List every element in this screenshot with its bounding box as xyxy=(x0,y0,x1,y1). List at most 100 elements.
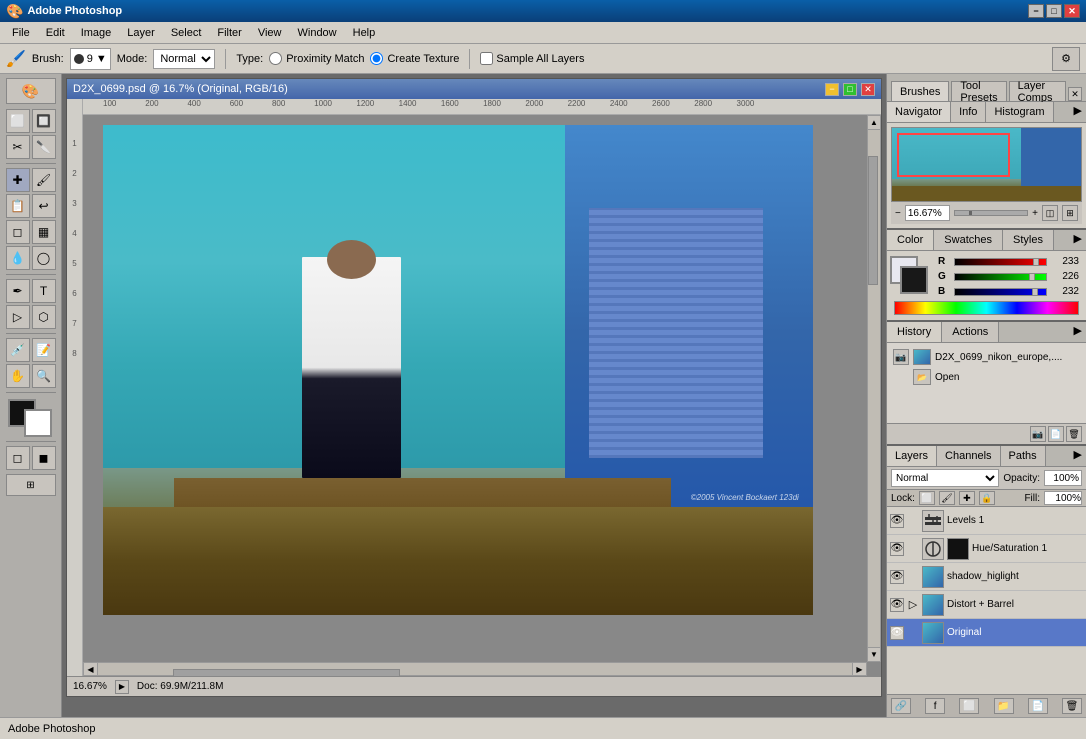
menu-layer[interactable]: Layer xyxy=(119,25,163,41)
close-top-right-btn[interactable]: ✕ xyxy=(1068,87,1082,101)
marquee-tool[interactable]: ⬜ xyxy=(6,109,30,133)
background-swatch[interactable] xyxy=(900,266,928,294)
crop-tool[interactable]: ✂ xyxy=(6,135,30,159)
layer-item-shadow[interactable]: 👁 shadow_higlight xyxy=(887,563,1086,591)
menu-image[interactable]: Image xyxy=(73,25,120,41)
tab-histogram[interactable]: Histogram xyxy=(986,102,1053,122)
layer-link-btn[interactable]: 🔗 xyxy=(891,698,911,714)
tab-tool-presets[interactable]: Tool Presets xyxy=(951,81,1006,101)
tab-brushes[interactable]: Brushes xyxy=(891,81,949,101)
color-boxes[interactable] xyxy=(8,399,54,435)
screen-mode-btn[interactable]: ⊞ xyxy=(6,474,56,496)
scroll-thumb-v[interactable] xyxy=(868,156,878,285)
scroll-up-btn[interactable]: ▲ xyxy=(868,116,880,130)
zoom-slider[interactable] xyxy=(954,210,1028,216)
fill-input[interactable] xyxy=(1044,491,1082,505)
history-new-snap-btn[interactable]: 📷 xyxy=(1030,426,1046,442)
history-item-snapshot[interactable]: 📷 D2X_0699_nikon_europe,.... xyxy=(891,347,1082,367)
g-slider[interactable] xyxy=(954,273,1047,281)
layer-visibility-shadow[interactable]: 👁 xyxy=(890,570,904,584)
tab-channels[interactable]: Channels xyxy=(937,446,1000,466)
layer-mask-btn[interactable]: ⬜ xyxy=(959,698,979,714)
tab-layer-comps[interactable]: Layer Comps xyxy=(1009,81,1066,101)
blur-tool[interactable]: 💧 xyxy=(6,246,30,270)
options-menu-btn[interactable]: ⚙ xyxy=(1052,47,1080,71)
horizontal-scrollbar[interactable]: ◀ ▶ xyxy=(83,662,867,676)
slice-tool[interactable]: 🔪 xyxy=(32,135,56,159)
layer-visibility-distort[interactable]: 👁 xyxy=(890,598,904,612)
layer-group-btn[interactable]: 📁 xyxy=(994,698,1014,714)
brush-dropdown-arrow[interactable]: ▼ xyxy=(96,53,107,65)
layer-item-levels[interactable]: 👁 Levels 1 xyxy=(887,507,1086,535)
scroll-right-btn[interactable]: ▶ xyxy=(852,663,866,675)
nav-btn-2[interactable]: ⊞ xyxy=(1062,205,1078,221)
sample-checkbox[interactable] xyxy=(480,52,493,65)
tab-swatches[interactable]: Swatches xyxy=(934,230,1003,250)
history-panel-menu[interactable]: ▶ xyxy=(1070,322,1086,342)
b-slider[interactable] xyxy=(954,288,1047,296)
tab-actions[interactable]: Actions xyxy=(942,322,999,342)
history-new-doc-btn[interactable]: 📄 xyxy=(1048,426,1064,442)
shape-tool[interactable]: ⬡ xyxy=(32,305,56,329)
zoom-tool[interactable]: 🔍 xyxy=(32,364,56,388)
standard-mode[interactable]: ◻ xyxy=(6,446,30,470)
brush-size-control[interactable]: 9 ▼ xyxy=(70,48,111,70)
history-trash-btn[interactable]: 🗑 xyxy=(1066,426,1082,442)
layer-expand-distort[interactable]: ▷ xyxy=(907,599,919,611)
layer-item-original[interactable]: 👁 Original xyxy=(887,619,1086,647)
menu-window[interactable]: Window xyxy=(290,25,345,41)
lock-paint-btn[interactable]: 🖌 xyxy=(939,491,955,505)
scroll-down-btn[interactable]: ▼ xyxy=(868,647,880,661)
path-tool[interactable]: ▷ xyxy=(6,305,30,329)
zoom-in-icon[interactable]: + xyxy=(1032,208,1038,219)
color-panel-menu[interactable]: ▶ xyxy=(1070,230,1086,250)
doc-maximize-btn[interactable]: □ xyxy=(843,83,857,96)
history-item-open[interactable]: 📂 Open xyxy=(891,367,1082,387)
layer-visibility-original[interactable]: 👁 xyxy=(890,626,904,640)
maximize-button[interactable]: □ xyxy=(1046,4,1062,18)
layer-fx-btn[interactable]: f xyxy=(925,698,945,714)
pen-tool[interactable]: ✒ xyxy=(6,279,30,303)
tab-color[interactable]: Color xyxy=(887,230,934,250)
layer-visibility-hue-sat[interactable]: 👁 xyxy=(890,542,904,556)
nav-btn-1[interactable]: ◫ xyxy=(1042,205,1058,221)
eraser-tool[interactable]: ◻ xyxy=(6,220,30,244)
menu-select[interactable]: Select xyxy=(163,25,210,41)
menu-file[interactable]: File xyxy=(4,25,38,41)
nav-panel-menu[interactable]: ▶ xyxy=(1070,102,1086,122)
lock-all-btn[interactable]: 🔒 xyxy=(979,491,995,505)
tab-navigator[interactable]: Navigator xyxy=(887,102,951,122)
zoom-input[interactable] xyxy=(905,205,950,221)
history-brush-tool[interactable]: ↩ xyxy=(32,194,56,218)
gradient-tool[interactable]: ▦ xyxy=(32,220,56,244)
status-arrow-btn[interactable]: ▶ xyxy=(115,680,129,694)
layer-trash-btn[interactable]: 🗑 xyxy=(1062,698,1082,714)
color-spectrum-bar[interactable] xyxy=(894,301,1079,315)
brush-tool[interactable]: 🖌 xyxy=(32,168,56,192)
mode-select[interactable]: Normal xyxy=(153,49,215,69)
close-button[interactable]: ✕ xyxy=(1064,4,1080,18)
lasso-tool[interactable]: 🔲 xyxy=(32,109,56,133)
text-tool[interactable]: T xyxy=(32,279,56,303)
menu-filter[interactable]: Filter xyxy=(209,25,249,41)
heal-tool active[interactable]: ✚ xyxy=(6,168,30,192)
proximity-radio[interactable] xyxy=(269,52,282,65)
tab-layers[interactable]: Layers xyxy=(887,446,937,466)
hand-tool[interactable]: ✋ xyxy=(6,364,30,388)
tab-history[interactable]: History xyxy=(887,322,942,342)
quickmask-mode[interactable]: ◼ xyxy=(32,446,56,470)
tab-paths[interactable]: Paths xyxy=(1001,446,1046,466)
scroll-left-btn[interactable]: ◀ xyxy=(84,663,98,675)
menu-help[interactable]: Help xyxy=(345,25,384,41)
lock-move-btn[interactable]: ✚ xyxy=(959,491,975,505)
blend-mode-select[interactable]: Normal xyxy=(891,469,999,487)
tab-info[interactable]: Info xyxy=(951,102,986,122)
layer-item-distort[interactable]: 👁 ▷ Distort + Barrel xyxy=(887,591,1086,619)
stamp-tool[interactable]: 📋 xyxy=(6,194,30,218)
menu-view[interactable]: View xyxy=(250,25,290,41)
notes-tool[interactable]: 📝 xyxy=(32,338,56,362)
doc-close-btn[interactable]: ✕ xyxy=(861,83,875,96)
minimize-button[interactable]: − xyxy=(1028,4,1044,18)
layer-item-hue-sat[interactable]: 👁 Hue/Saturation 1 xyxy=(887,535,1086,563)
layers-panel-menu[interactable]: ▶ xyxy=(1070,446,1086,466)
